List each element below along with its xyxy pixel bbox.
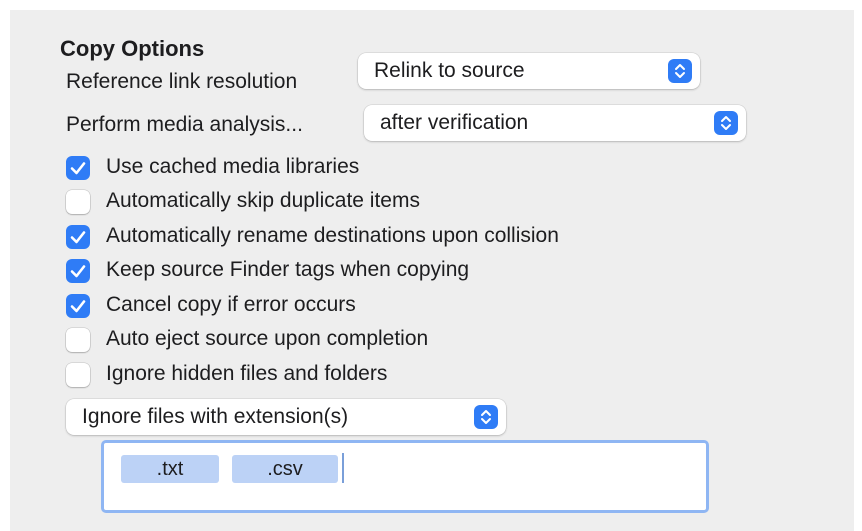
checkbox-unchecked-icon[interactable]: [66, 328, 90, 352]
reference-link-label: Reference link resolution: [66, 70, 298, 93]
reference-link-popup[interactable]: Relink to source: [358, 53, 700, 89]
checkbox-label: Keep source Finder tags when copying: [106, 258, 470, 281]
checkbox-unchecked-icon[interactable]: [66, 190, 90, 214]
checkbox-checked-icon[interactable]: [66, 225, 90, 249]
extension-token-field[interactable]: .txt .csv: [101, 440, 709, 513]
media-analysis-value: after verification: [380, 111, 529, 134]
checkbox-label: Auto eject source upon completion: [106, 327, 429, 350]
section-title: Copy Options: [60, 36, 205, 61]
checkbox-unchecked-icon[interactable]: [66, 363, 90, 387]
popup-stepper-icon: [474, 405, 498, 429]
checkbox-label: Cancel copy if error occurs: [106, 293, 356, 316]
ignore-files-popup[interactable]: Ignore files with extension(s): [66, 399, 506, 435]
checkbox-checked-icon[interactable]: [66, 294, 90, 318]
reference-link-value: Relink to source: [374, 59, 525, 82]
popup-stepper-icon: [714, 111, 738, 135]
extension-token[interactable]: .txt: [121, 455, 219, 483]
checkbox-label: Use cached media libraries: [106, 155, 360, 178]
checkbox-label: Automatically skip duplicate items: [106, 189, 420, 212]
extension-token[interactable]: .csv: [232, 455, 338, 483]
checkbox-label: Automatically rename destinations upon c…: [106, 224, 559, 247]
text-caret: [342, 453, 344, 483]
media-analysis-popup[interactable]: after verification: [364, 105, 746, 141]
popup-stepper-icon: [668, 59, 692, 83]
media-analysis-label: Perform media analysis...: [66, 113, 303, 136]
checkbox-label: Ignore hidden files and folders: [106, 362, 388, 385]
checkbox-checked-icon[interactable]: [66, 156, 90, 180]
checkbox-checked-icon[interactable]: [66, 259, 90, 283]
ignore-files-value: Ignore files with extension(s): [82, 405, 349, 428]
